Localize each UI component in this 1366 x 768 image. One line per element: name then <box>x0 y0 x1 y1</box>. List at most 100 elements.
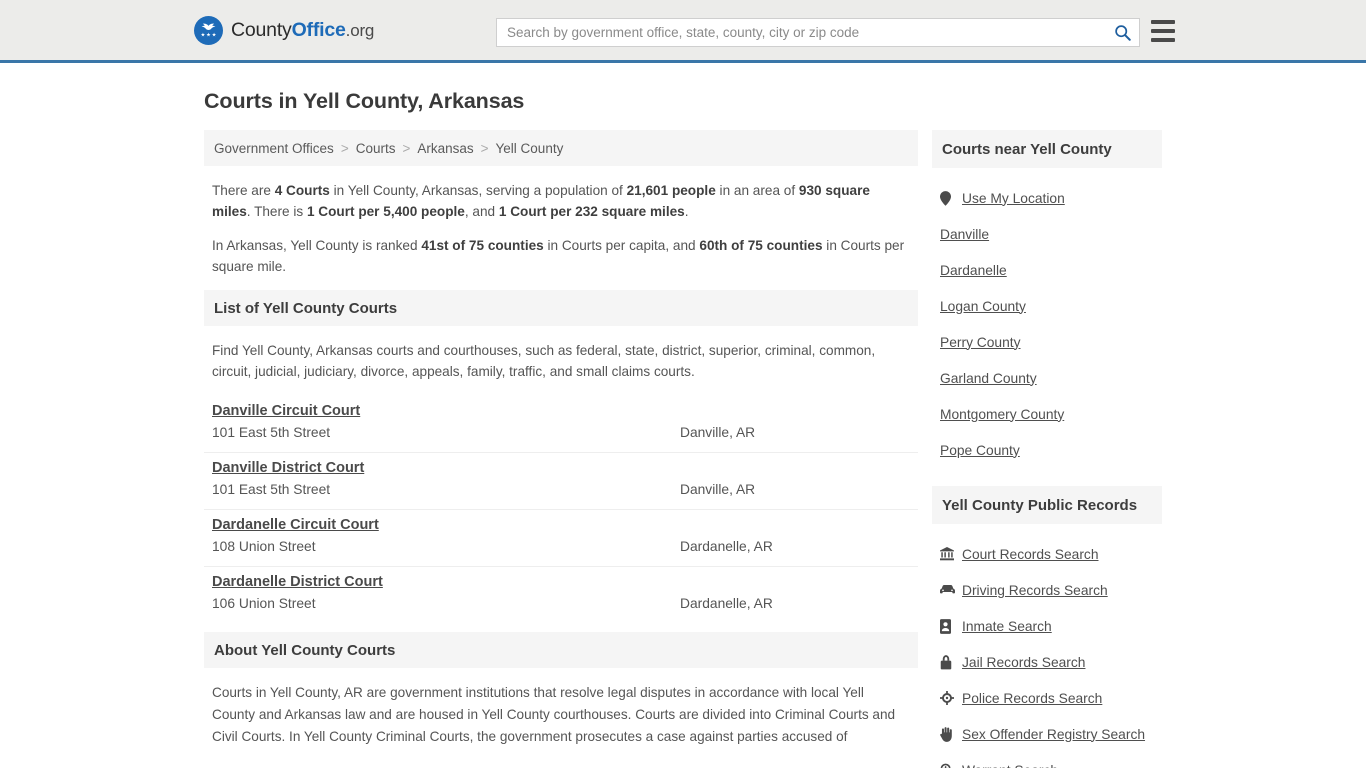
about-section-body: Courts in Yell County, AR are government… <box>212 685 896 744</box>
stats-court-count: 4 Courts <box>274 183 330 198</box>
hamburger-bar <box>1151 20 1175 24</box>
magnifier-plus-icon <box>940 763 962 768</box>
stats-text: In Arkansas, Yell County is ranked <box>212 238 422 253</box>
court-list: Danville Circuit Court 101 East 5th Stre… <box>204 396 918 623</box>
sidebar-item-jail-records-search[interactable]: Jail Records Search <box>940 644 1162 680</box>
site-logo[interactable]: CountyOffice.org <box>194 15 374 45</box>
hamburger-menu-icon[interactable] <box>1151 20 1175 42</box>
hamburger-bar <box>1151 29 1175 33</box>
stats-paragraph-1: There are 4 Courts in Yell County, Arkan… <box>212 180 912 222</box>
sidebar-link-label[interactable]: Dardanelle <box>940 263 1007 278</box>
sidebar-item-warrant-search[interactable]: Warrant Search <box>940 752 1162 768</box>
stats-text: in Yell County, Arkansas, serving a popu… <box>329 183 627 198</box>
sidebar-item-police-records-search[interactable]: Police Records Search <box>940 680 1162 716</box>
court-name-link[interactable]: Dardanelle District Court <box>212 574 383 590</box>
content-columns: Government Offices > Courts > Arkansas >… <box>0 130 1366 768</box>
about-section-header: About Yell County Courts <box>204 632 918 668</box>
sidebar-link-label[interactable]: Garland County <box>940 371 1037 386</box>
court-name-link[interactable]: Danville District Court <box>212 460 364 476</box>
sidebar-link-label[interactable]: Driving Records Search <box>962 583 1108 598</box>
sidebar-item-logan-county[interactable]: Logan County <box>940 288 1162 324</box>
sidebar-item-sex-offender-registry-search[interactable]: Sex Offender Registry Search <box>940 716 1162 752</box>
breadcrumb-item-yell-county: Yell County <box>495 140 564 156</box>
search-icon <box>1114 25 1131 41</box>
sidebar-item-use-my-location[interactable]: Use My Location <box>940 180 1162 216</box>
court-name-link[interactable]: Dardanelle Circuit Court <box>212 517 379 533</box>
stats-text: . There is <box>246 204 307 219</box>
sidebar-item-montgomery-county[interactable]: Montgomery County <box>940 396 1162 432</box>
court-city: Dardanelle, AR <box>680 539 773 554</box>
breadcrumb-separator: > <box>402 140 411 156</box>
court-detail: 101 East 5th Street Danville, AR <box>212 482 910 497</box>
stats-courts-per-people: 1 Court per 5,400 people <box>306 204 465 219</box>
sidebar-item-garland-county[interactable]: Garland County <box>940 360 1162 396</box>
stats-text: in an area of <box>715 183 799 198</box>
table-row: Dardanelle District Court 106 Union Stre… <box>204 567 918 623</box>
public-records-heading: Yell County Public Records <box>942 496 1138 514</box>
page-body: Courts in Yell County, Arkansas Governme… <box>0 89 1366 768</box>
sidebar-item-inmate-search[interactable]: Inmate Search <box>940 608 1162 644</box>
court-city: Dardanelle, AR <box>680 596 773 611</box>
eagle-stars-logo-icon <box>194 15 223 45</box>
sidebar-item-dardanelle[interactable]: Dardanelle <box>940 252 1162 288</box>
sidebar-link-label[interactable]: Use My Location <box>962 191 1065 206</box>
sidebar-link-label[interactable]: Warrant Search <box>962 763 1058 768</box>
hamburger-bar <box>1151 38 1175 42</box>
court-name-link[interactable]: Danville Circuit Court <box>212 403 360 419</box>
stats-rank-per-capita: 41st of 75 counties <box>421 238 544 253</box>
sidebar-link-label[interactable]: Logan County <box>940 299 1026 314</box>
sidebar-link-label[interactable]: Jail Records Search <box>962 655 1085 670</box>
table-row: Dardanelle Circuit Court 108 Union Stree… <box>204 510 918 567</box>
sidebar-link-label[interactable]: Sex Offender Registry Search <box>962 727 1145 742</box>
sidebar-link-label[interactable]: Court Records Search <box>962 547 1099 562</box>
logo-text-org: .org <box>345 20 375 40</box>
courts-near-header: Courts near Yell County <box>932 130 1162 168</box>
id-card-icon <box>940 618 962 634</box>
court-detail: 108 Union Street Dardanelle, AR <box>212 539 910 554</box>
stats-text: . <box>684 204 689 219</box>
sidebar-link-label[interactable]: Danville <box>940 227 989 242</box>
logo-wordmark: CountyOffice.org <box>231 19 374 42</box>
map-pin-icon <box>940 190 962 206</box>
breadcrumb-item-arkansas[interactable]: Arkansas <box>417 141 473 156</box>
search-button[interactable] <box>1105 19 1139 46</box>
stats-text: in Courts per capita, and <box>543 238 700 253</box>
table-row: Danville District Court 101 East 5th Str… <box>204 453 918 510</box>
sidebar-link-label[interactable]: Inmate Search <box>962 619 1052 634</box>
sidebar-item-driving-records-search[interactable]: Driving Records Search <box>940 572 1162 608</box>
court-address: 108 Union Street <box>212 539 316 554</box>
breadcrumb-item-courts[interactable]: Courts <box>356 141 396 156</box>
search-bar <box>496 18 1140 47</box>
court-city: Danville, AR <box>680 482 756 497</box>
breadcrumb-item-government-offices[interactable]: Government Offices <box>214 141 334 156</box>
page-title: Courts in Yell County, Arkansas <box>204 89 525 113</box>
sidebar-item-pope-county[interactable]: Pope County <box>940 432 1162 468</box>
search-input[interactable] <box>497 19 1105 46</box>
sidebar-item-court-records-search[interactable]: Court Records Search <box>940 536 1162 572</box>
court-detail: 106 Union Street Dardanelle, AR <box>212 596 910 611</box>
county-stats: There are 4 Courts in Yell County, Arkan… <box>204 166 918 277</box>
main-content: Government Offices > Courts > Arkansas >… <box>204 130 918 768</box>
sidebar-item-perry-county[interactable]: Perry County <box>940 324 1162 360</box>
sidebar-link-label[interactable]: Police Records Search <box>962 691 1102 706</box>
sidebar-link-label[interactable]: Perry County <box>940 335 1021 350</box>
court-city: Danville, AR <box>680 425 756 440</box>
about-section-heading: About Yell County Courts <box>214 641 396 659</box>
sidebar: Courts near Yell County Use My Location … <box>932 130 1162 768</box>
list-section-description: Find Yell County, Arkansas courts and co… <box>212 343 876 379</box>
car-icon <box>940 584 962 596</box>
courthouse-icon <box>940 547 962 561</box>
court-address: 101 East 5th Street <box>212 425 331 440</box>
stats-courts-per-area: 1 Court per 232 square miles <box>498 204 685 219</box>
court-address: 106 Union Street <box>212 596 316 611</box>
sidebar-item-danville[interactable]: Danville <box>940 216 1162 252</box>
sidebar-link-label[interactable]: Montgomery County <box>940 407 1064 422</box>
stats-paragraph-2: In Arkansas, Yell County is ranked 41st … <box>212 235 912 277</box>
court-detail: 101 East 5th Street Danville, AR <box>212 425 910 440</box>
sidebar-link-label[interactable]: Pope County <box>940 443 1020 458</box>
public-records-header: Yell County Public Records <box>932 486 1162 524</box>
list-section-header: List of Yell County Courts <box>204 290 918 326</box>
breadcrumb-separator: > <box>480 140 489 156</box>
logo-text-county: County <box>231 18 292 41</box>
hand-icon <box>940 726 962 742</box>
